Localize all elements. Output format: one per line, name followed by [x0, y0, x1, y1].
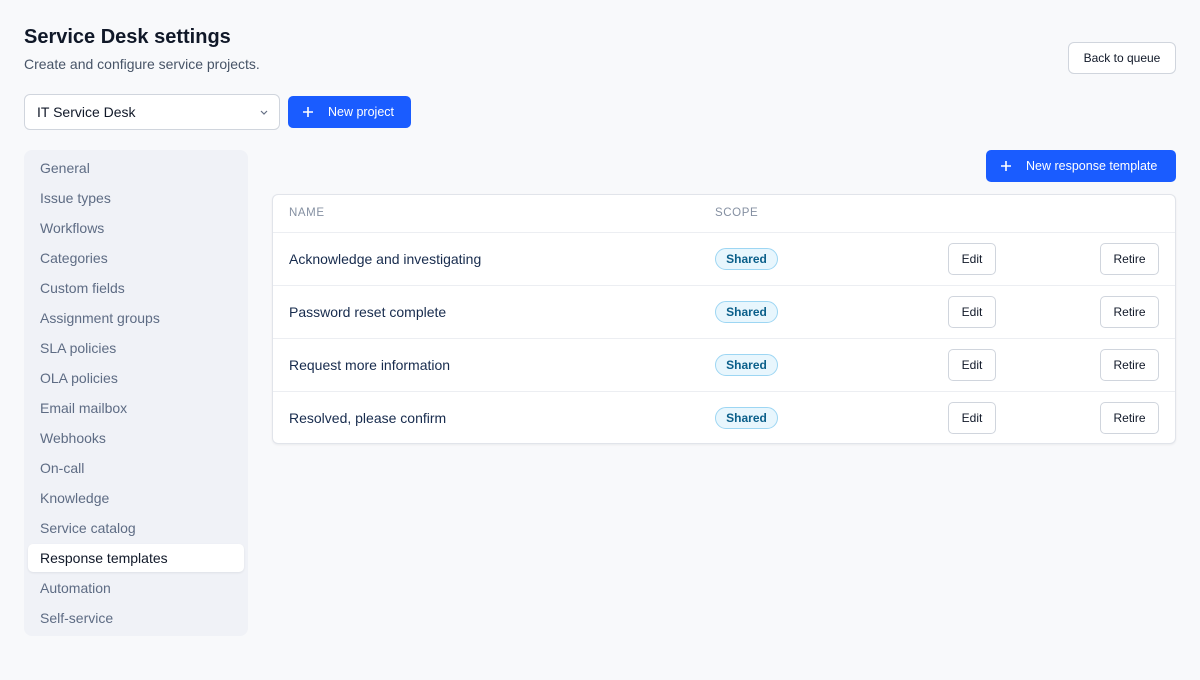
- sidebar-item-sla-policies[interactable]: SLA policies: [28, 334, 244, 362]
- retire-button[interactable]: Retire: [1100, 243, 1159, 275]
- table-row: Request more information Shared Edit Retire: [273, 338, 1175, 391]
- scope-badge: Shared: [715, 407, 778, 429]
- project-select-value: IT Service Desk: [37, 104, 136, 120]
- table-row: Password reset complete Shared Edit Retire: [273, 285, 1175, 338]
- sidebar-item-assignment-groups[interactable]: Assignment groups: [28, 304, 244, 332]
- sidebar-item-general[interactable]: General: [28, 154, 244, 182]
- templates-table: NAME SCOPE Acknowledge and investigating…: [272, 194, 1176, 444]
- column-header-scope: SCOPE: [715, 207, 759, 219]
- retire-button[interactable]: Retire: [1100, 349, 1159, 381]
- sidebar-item-knowledge[interactable]: Knowledge: [28, 484, 244, 512]
- sidebar: General Issue types Workflows Categories Cus…: [24, 150, 248, 636]
- template-name: Password reset complete: [289, 304, 447, 320]
- sidebar-item-custom-fields[interactable]: Custom fields: [28, 274, 244, 302]
- plus-icon: [303, 107, 313, 117]
- sidebar-item-response-templates[interactable]: Response templates: [28, 544, 244, 572]
- sidebar-item-ola-policies[interactable]: OLA policies: [28, 364, 244, 392]
- new-response-template-button[interactable]: New response template: [986, 150, 1176, 182]
- new-project-label: New project: [328, 105, 394, 119]
- sidebar-item-webhooks[interactable]: Webhooks: [28, 424, 244, 452]
- new-response-template-label: New response template: [1026, 159, 1158, 173]
- sidebar-item-service-catalog[interactable]: Service catalog: [28, 514, 244, 542]
- sidebar-item-self-service[interactable]: Self-service: [28, 604, 244, 632]
- scope-badge: Shared: [715, 248, 778, 270]
- chevron-down-icon: [260, 110, 268, 115]
- scope-badge: Shared: [715, 301, 778, 323]
- sidebar-item-categories[interactable]: Categories: [28, 244, 244, 272]
- sidebar-item-workflows[interactable]: Workflows: [28, 214, 244, 242]
- edit-button[interactable]: Edit: [948, 402, 996, 434]
- sidebar-item-automation[interactable]: Automation: [28, 574, 244, 602]
- project-select[interactable]: IT Service Desk: [24, 94, 280, 130]
- table-row: Acknowledge and investigating Shared Edit R…: [273, 232, 1175, 285]
- new-project-button[interactable]: New project: [288, 96, 411, 128]
- edit-button[interactable]: Edit: [948, 243, 996, 275]
- page-subtitle: Create and configure service projects.: [24, 56, 260, 72]
- back-to-queue-button[interactable]: Back to queue: [1068, 42, 1176, 74]
- sidebar-item-issue-types[interactable]: Issue types: [28, 184, 244, 212]
- table-row: Resolved, please confirm Shared Edit Retire: [273, 391, 1175, 443]
- sidebar-item-on-call[interactable]: On-call: [28, 454, 244, 482]
- template-name: Resolved, please confirm: [289, 410, 447, 426]
- edit-button[interactable]: Edit: [948, 349, 996, 381]
- scope-badge: Shared: [715, 354, 778, 376]
- sidebar-item-email-mailbox[interactable]: Email mailbox: [28, 394, 244, 422]
- page-title: Service Desk settings: [24, 26, 231, 48]
- column-header-name: NAME: [289, 207, 325, 219]
- template-name: Request more information: [289, 357, 451, 373]
- template-name: Acknowledge and investigating: [289, 251, 482, 267]
- edit-button[interactable]: Edit: [948, 296, 996, 328]
- retire-button[interactable]: Retire: [1100, 402, 1159, 434]
- plus-icon: [1001, 161, 1011, 171]
- retire-button[interactable]: Retire: [1100, 296, 1159, 328]
